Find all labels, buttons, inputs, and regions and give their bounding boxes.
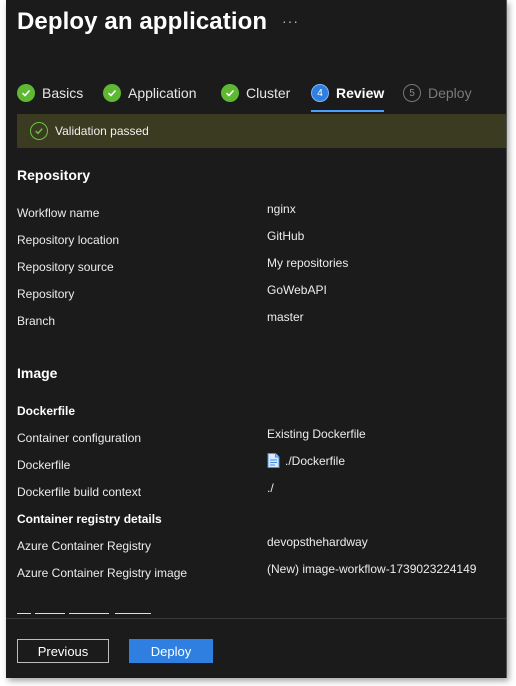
repository-location-value: GitHub — [267, 229, 305, 243]
page-title: Deploy an application — [17, 8, 268, 35]
step-cluster[interactable]: Cluster — [221, 84, 290, 114]
step-number-badge: 5 — [403, 84, 421, 102]
step-application[interactable]: Application — [103, 84, 197, 114]
container-configuration-value: Existing Dockerfile — [267, 427, 366, 441]
dockerfile-path: ./Dockerfile — [285, 454, 346, 468]
step-deploy: 5 Deploy — [403, 84, 472, 114]
step-label: Basics — [42, 85, 84, 101]
wizard-footer: Previous Deploy — [6, 618, 506, 678]
azure-container-registry-image-label: Azure Container Registry image — [17, 566, 188, 580]
dockerfile-value: ./Dockerfile — [267, 453, 345, 471]
azure-container-registry-value: devopsthehardway — [267, 535, 368, 549]
step-label: Cluster — [246, 85, 291, 101]
step-label: Deploy — [428, 85, 472, 101]
repository-label: Repository — [17, 287, 75, 301]
container-configuration-label: Container configuration — [17, 431, 142, 445]
deploy-button[interactable]: Deploy — [129, 639, 213, 663]
dockerfile-build-context-label: Dockerfile build context — [17, 485, 142, 499]
repository-heading: Repository — [17, 167, 91, 183]
validation-message: Validation passed — [55, 124, 149, 138]
more-icon[interactable]: ··· — [282, 13, 299, 29]
dockerfile-build-context-value: ./ — [267, 481, 274, 495]
checkmark-circle-icon — [30, 122, 48, 140]
dockerfile-label: Dockerfile — [17, 458, 71, 472]
workflow-name-label: Workflow name — [17, 206, 100, 220]
repository-source-label: Repository source — [17, 260, 114, 274]
deploy-panel: Deploy an application ··· Basics Applica… — [6, 0, 507, 678]
branch-label: Branch — [17, 314, 56, 328]
checkmark-circle-icon — [103, 84, 121, 102]
repository-value: GoWebAPI — [267, 283, 327, 297]
active-step-underline — [311, 110, 385, 112]
step-basics[interactable]: Basics — [17, 84, 83, 114]
step-label: Application — [128, 85, 197, 101]
clipped-content — [17, 604, 187, 614]
branch-value: master — [267, 310, 304, 324]
image-heading: Image — [17, 365, 58, 381]
previous-button[interactable]: Previous — [17, 639, 109, 663]
step-number-badge: 4 — [311, 84, 329, 102]
workflow-name-value: nginx — [267, 202, 296, 216]
repository-source-value: My repositories — [267, 256, 349, 270]
step-label: Review — [336, 85, 385, 101]
azure-container-registry-label: Azure Container Registry — [17, 539, 152, 553]
azure-container-registry-image-value: (New) image-workflow-1739023224149 — [267, 562, 477, 576]
checkmark-circle-icon — [221, 84, 239, 102]
file-icon — [267, 453, 280, 471]
dockerfile-subheading: Dockerfile — [17, 404, 76, 418]
validation-banner: Validation passed — [17, 114, 506, 148]
container-registry-subheading: Container registry details — [17, 512, 162, 526]
checkmark-circle-icon — [17, 84, 35, 102]
step-review[interactable]: 4 Review — [311, 84, 385, 114]
repository-location-label: Repository location — [17, 233, 120, 247]
